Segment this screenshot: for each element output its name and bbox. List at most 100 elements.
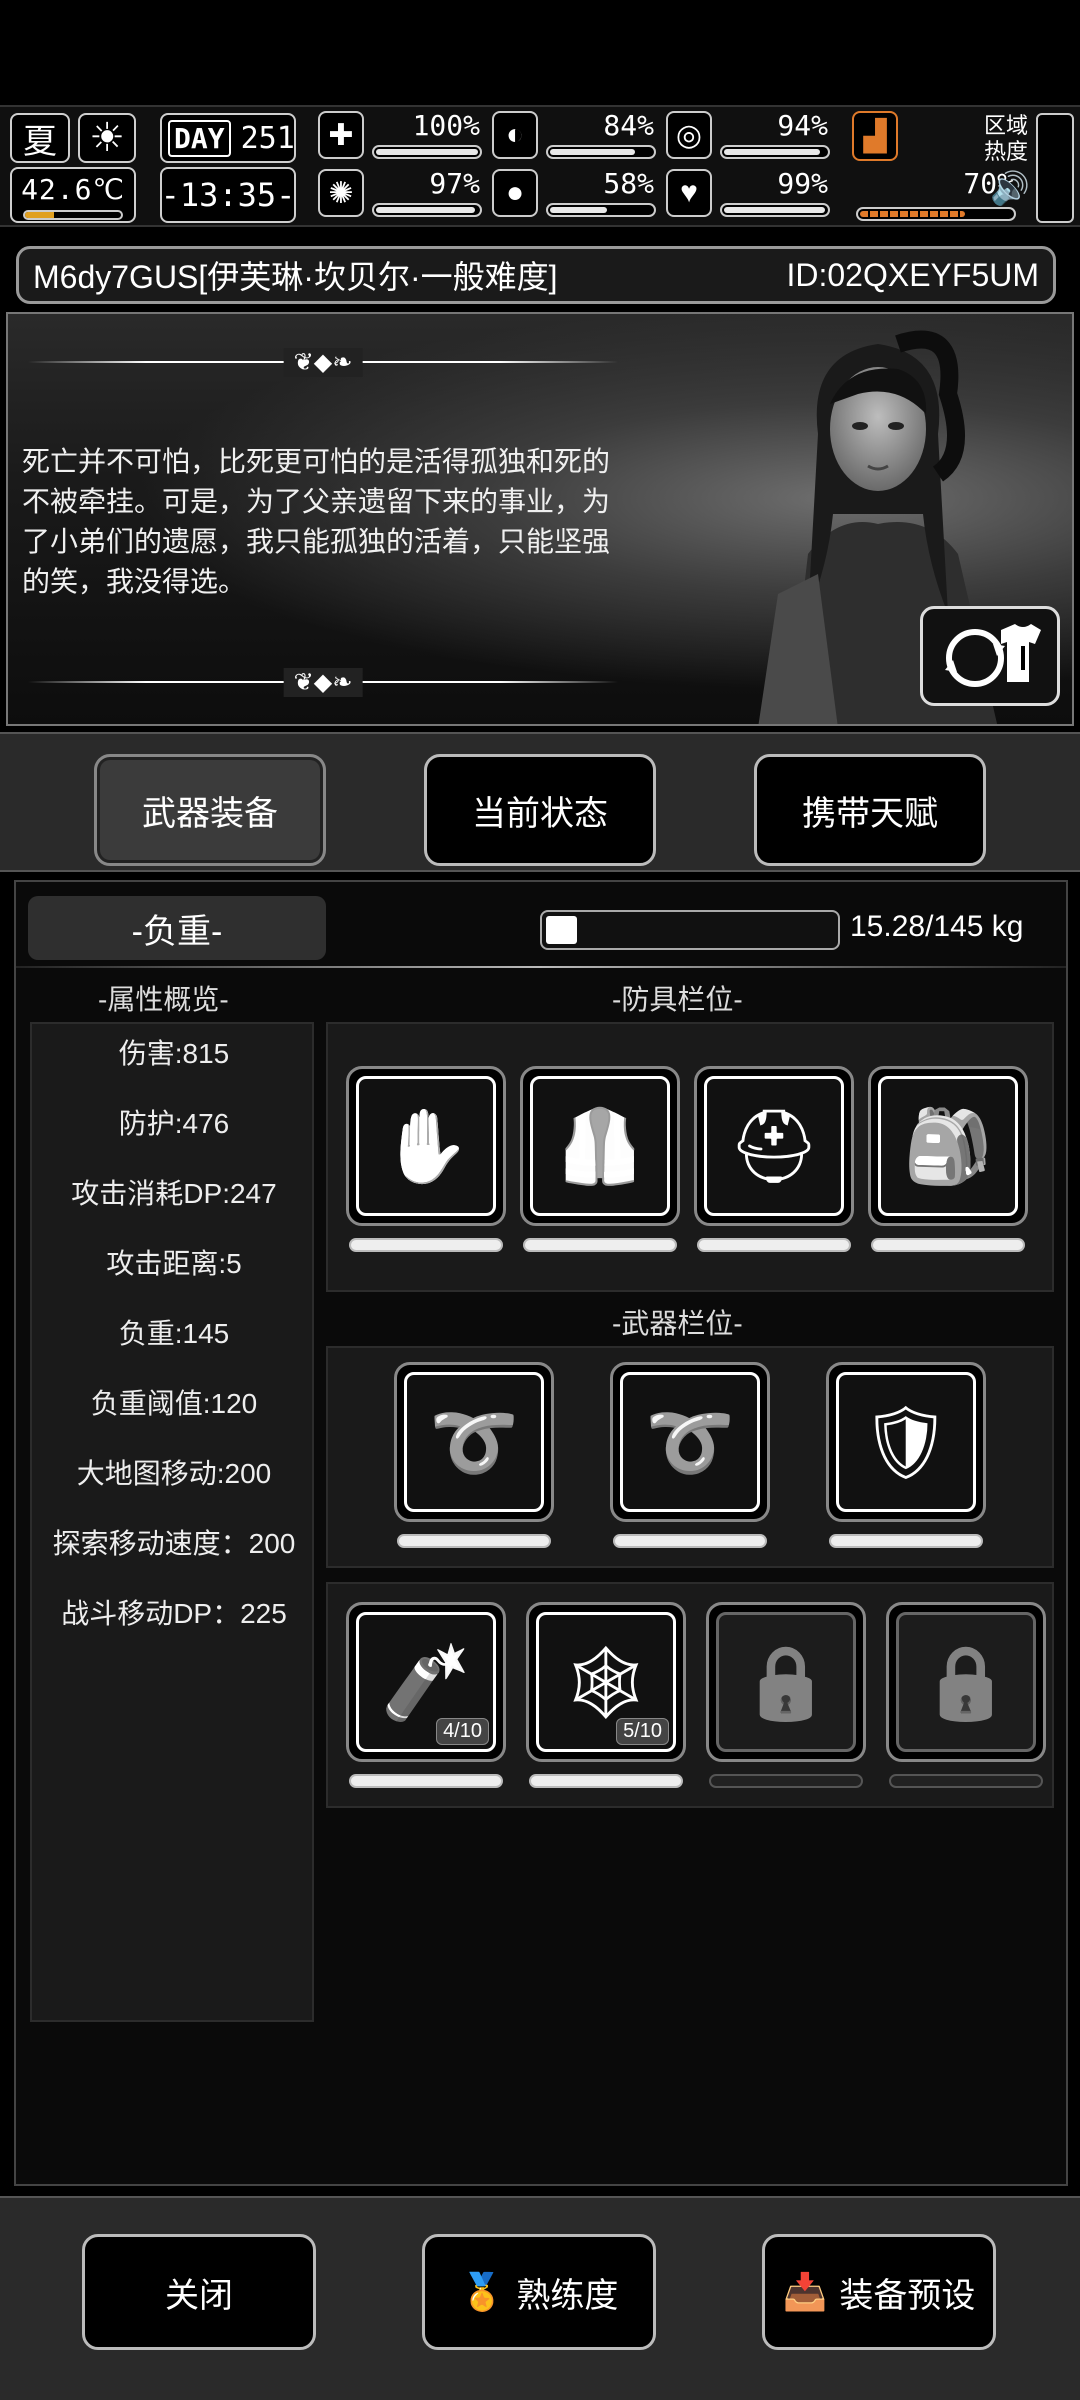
tab-label: 武器装备 bbox=[142, 794, 278, 833]
section-divider bbox=[16, 966, 1066, 968]
zone-heat-label: 区域 热度 bbox=[984, 113, 1029, 164]
attribute-item: 探索移动速度：200 bbox=[52, 1528, 296, 1559]
close-button[interactable]: 关闭 bbox=[82, 2234, 316, 2350]
character-portrait-panel: ❦◆❧ 死亡并不可怕，比死更可怕的是活得孤独和死的不被牵挂。可是，为了父亲遗留下… bbox=[6, 312, 1074, 726]
armor-slots-title: -防具栏位- bbox=[612, 984, 743, 1015]
armor-slots-panel: ✋ 🦺 ⛑ 🎒 bbox=[326, 1022, 1054, 1292]
stat-bar bbox=[720, 145, 830, 159]
temperature-bar bbox=[23, 210, 123, 220]
tab-talents[interactable]: 携带天赋 bbox=[754, 754, 986, 866]
grenade-icon: 🧨 bbox=[381, 1642, 471, 1723]
load-title: -负重- bbox=[28, 896, 326, 960]
locked-slot[interactable]: 🔒 bbox=[706, 1602, 866, 1762]
proficiency-button[interactable]: 🏅 熟练度 bbox=[422, 2234, 656, 2350]
outfit-swap-icon bbox=[945, 624, 1041, 687]
medkit-icon: ✚ bbox=[318, 111, 364, 159]
equipment-slot[interactable]: 🦺 bbox=[520, 1066, 680, 1226]
equipment-slot[interactable]: 🕸 5/10 bbox=[526, 1602, 686, 1762]
tab-label: 携带天赋 bbox=[802, 794, 938, 833]
durability-bar bbox=[697, 1238, 851, 1252]
attribute-item: 战斗移动DP：225 bbox=[61, 1598, 287, 1629]
item-count-badge: 4/10 bbox=[436, 1718, 489, 1745]
equipment-slot[interactable]: 🧨 4/10 bbox=[346, 1602, 506, 1762]
stat-value: 94% bbox=[777, 109, 828, 142]
gloves-icon: ✋ bbox=[381, 1106, 471, 1187]
boot-icon: ▟ bbox=[852, 111, 898, 161]
equipment-slot[interactable]: 🎒 bbox=[868, 1066, 1028, 1226]
temperature-value: 42.6℃ bbox=[21, 173, 125, 206]
stat-bar bbox=[546, 203, 656, 217]
change-outfit-button[interactable] bbox=[920, 606, 1060, 706]
water-drop-icon: ● bbox=[492, 169, 538, 217]
proficiency-button-label: 熟练度 bbox=[516, 2276, 619, 2315]
character-name: M6dy7GUS[伊芙琳·坎贝尔·一般难度] bbox=[33, 259, 558, 295]
locked-slot[interactable]: 🔒 bbox=[886, 1602, 1046, 1762]
stat-heart: ♥ 99% bbox=[666, 167, 832, 219]
attribute-item: 攻击消耗DP:247 bbox=[71, 1178, 277, 1209]
preset-button-label: 装备预设 bbox=[839, 2276, 976, 2315]
stat-brain: ✺ 97% bbox=[318, 167, 484, 219]
time-value: -13:35- bbox=[160, 176, 296, 214]
proficiency-icon: 🏅 bbox=[459, 2271, 505, 2312]
equipment-slot[interactable]: ⛑ bbox=[694, 1066, 854, 1226]
tab-current-status[interactable]: 当前状态 bbox=[424, 754, 656, 866]
stat-bar bbox=[546, 145, 656, 159]
durability-bar bbox=[829, 1534, 983, 1548]
equipment-panel: -负重- 15.28/145 kg -属性概览- -防具栏位- 伤害:815 防护… bbox=[14, 880, 1068, 2186]
equipment-slot[interactable]: ➰ bbox=[394, 1362, 554, 1522]
bottom-action-bar: 关闭 🏅 熟练度 📥 装备预设 bbox=[0, 2196, 1080, 2400]
net-trap-icon: 🕸 bbox=[560, 1642, 652, 1723]
game-clock: -13:35- bbox=[160, 167, 296, 223]
durability-bar bbox=[349, 1774, 503, 1788]
stat-bar bbox=[372, 203, 482, 217]
stat-value: 100% bbox=[412, 109, 480, 142]
equipment-slot[interactable]: ➰ bbox=[610, 1362, 770, 1522]
equipment-preset-button[interactable]: 📥 装备预设 bbox=[762, 2234, 996, 2350]
stat-value: 58% bbox=[603, 167, 654, 200]
helmet-icon: ⛑ bbox=[728, 1106, 820, 1187]
season-indicator: 夏 bbox=[10, 113, 70, 163]
durability-bar bbox=[889, 1774, 1043, 1788]
chain-whip-icon: ➰ bbox=[645, 1402, 735, 1483]
day-counter: DAY 251 bbox=[160, 113, 296, 163]
tab-label: 当前状态 bbox=[472, 794, 608, 833]
lock-icon: 🔒 bbox=[741, 1642, 831, 1723]
item-slots-panel: 🧨 4/10 🕸 5/10 🔒 🔒 bbox=[326, 1582, 1054, 1808]
stomach-icon: ◐ bbox=[492, 111, 538, 159]
durability-bar bbox=[871, 1238, 1025, 1252]
backpack-icon: 🎒 bbox=[903, 1106, 993, 1187]
tab-bar: 武器装备 当前状态 携带天赋 bbox=[0, 732, 1080, 872]
chain-whip-icon: ➰ bbox=[429, 1402, 519, 1483]
weapon-slots-panel: ➰ ➰ 🛡 bbox=[326, 1346, 1054, 1568]
durability-bar bbox=[613, 1534, 767, 1548]
weapon-slots-title: -武器栏位- bbox=[612, 1308, 743, 1339]
load-value: 15.28/145 kg bbox=[850, 910, 1024, 943]
stat-stomach: ◐ 84% bbox=[492, 109, 658, 161]
ornament-divider-top: ❦◆❧ bbox=[28, 348, 618, 377]
zone-heat-gauge bbox=[1036, 113, 1074, 223]
equipment-slot[interactable]: 🛡 bbox=[826, 1362, 986, 1522]
close-button-label: 关闭 bbox=[165, 2276, 233, 2315]
day-label: DAY bbox=[168, 119, 231, 157]
heart-icon: ♥ bbox=[666, 169, 712, 217]
durability-bar bbox=[397, 1534, 551, 1548]
stat-bar bbox=[856, 207, 1016, 221]
durability-bar bbox=[349, 1238, 503, 1252]
sun-icon: ☀ bbox=[78, 113, 136, 163]
attributes-title: -属性概览- bbox=[98, 984, 229, 1015]
day-number: 251 bbox=[240, 120, 295, 156]
speaker-icon[interactable]: 🔊 bbox=[990, 169, 1030, 207]
attributes-panel: 伤害:815 防护:476 攻击消耗DP:247 攻击距离:5 负重:145 负重阈值:1… bbox=[30, 1022, 314, 2022]
character-id: ID:02QXEYF5UM bbox=[786, 256, 1039, 293]
character-name-bar: M6dy7GUS[伊芙琳·坎贝尔·一般难度] ID:02QXEYF5UM bbox=[16, 246, 1056, 304]
stat-water-drop: ● 58% bbox=[492, 167, 658, 219]
stat-bar bbox=[720, 203, 830, 217]
ornament-divider-bottom: ❦◆❧ bbox=[28, 668, 618, 697]
equipment-slot[interactable]: ✋ bbox=[346, 1066, 506, 1226]
durability-bar bbox=[709, 1774, 863, 1788]
vest-icon: 🦺 bbox=[555, 1106, 645, 1187]
attribute-item: 大地图移动:200 bbox=[76, 1458, 272, 1489]
attribute-item: 负重:145 bbox=[118, 1318, 230, 1349]
stat-lungs: ◎ 94% bbox=[666, 109, 832, 161]
tab-weapons-equipment[interactable]: 武器装备 bbox=[94, 754, 326, 866]
